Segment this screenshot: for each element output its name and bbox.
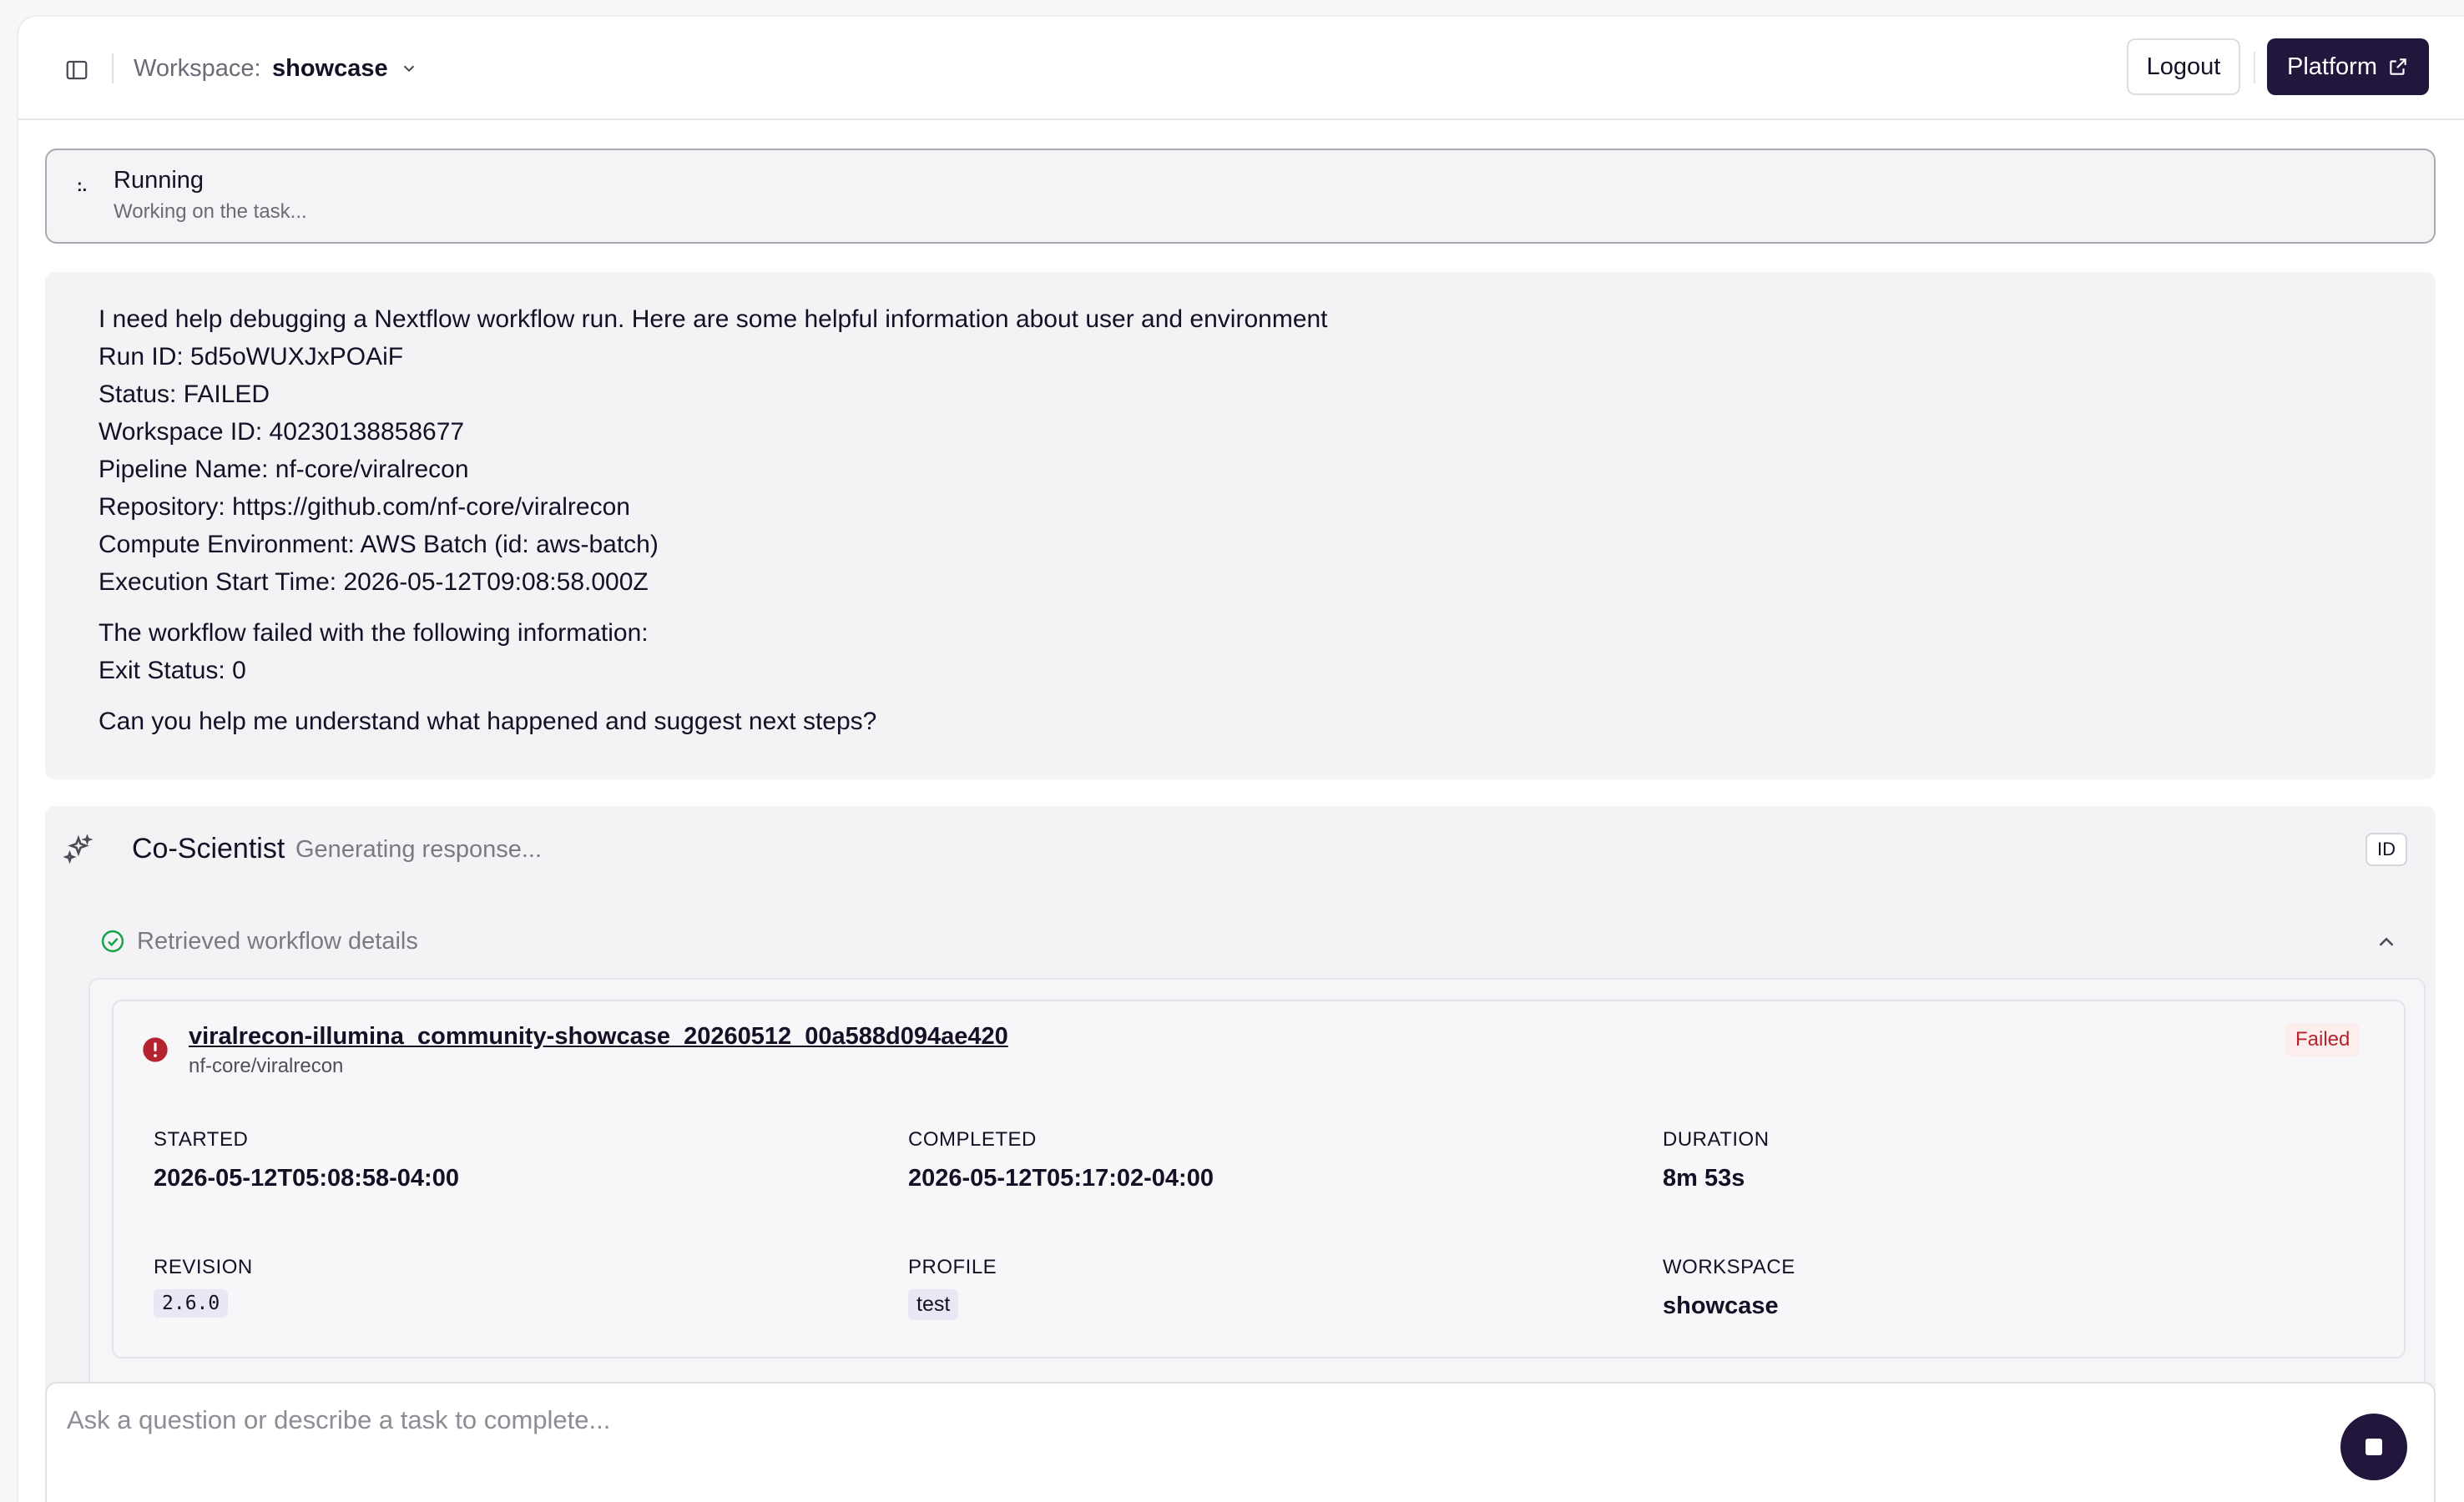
completed-label: COMPLETED [908,1128,1037,1151]
duration-value: 8m 53s [1663,1165,1745,1192]
assistant-panel: Co-Scientist Generating response... ID R… [45,806,2436,1445]
assistant-state: Generating response... [295,836,543,863]
message-composer [45,1382,2436,1502]
app-frame: Workspace: showcase Logout Platform :. R… [17,15,2464,1502]
profile-field: PROFILE test [908,1256,997,1320]
status-badge: Failed [2285,1023,2360,1056]
status-title: Running [114,167,204,194]
stop-generation-button[interactable] [2340,1414,2407,1480]
message-status: Status: FAILED [98,381,270,408]
tool-call-header[interactable]: Retrieved workflow details [100,925,418,958]
sparkles-icon [63,834,93,864]
message-question: Can you help me understand what happened… [98,708,877,735]
message-failure-intro: The workflow failed with the following i… [98,619,649,647]
repository-label: Repository: [98,493,233,521]
message-run-id: Run ID: 5d5oWUXJxPOAiF [98,343,404,370]
message-intro: I need help debugging a Nextflow workflo… [98,305,1328,333]
workflow-run-card: viralrecon-illumina_community-showcase_2… [112,1000,2406,1358]
stop-icon [2366,1439,2382,1455]
profile-value: test [908,1289,959,1320]
error-icon [143,1037,168,1062]
sidebar-toggle-icon [66,60,88,80]
header-divider [112,53,114,83]
workspace-field-label: WORKSPACE [1663,1256,1795,1278]
repository-link[interactable]: https://github.com/nf-core/viralrecon [232,493,630,521]
message-start-time: Execution Start Time: 2026-05-12T09:08:5… [98,568,649,596]
user-message: I need help debugging a Nextflow workflo… [45,272,2436,779]
chevron-down-icon [403,65,414,73]
logout-button[interactable]: Logout [2127,38,2240,95]
completed-value: 2026-05-12T05:17:02-04:00 [908,1165,1214,1192]
id-badge-button[interactable]: ID [2366,833,2407,866]
check-circle-icon [101,930,124,953]
message-compute-env: Compute Environment: AWS Batch (id: aws-… [98,531,659,558]
workspace-label: Workspace: [134,55,261,82]
workflow-repo: nf-core/viralrecon [189,1055,344,1077]
tool-call-result: viralrecon-illumina_community-showcase_2… [88,978,2426,1445]
tool-call-label: Retrieved workflow details [137,927,418,955]
completed-field: COMPLETED 2026-05-12T05:17:02-04:00 [908,1128,1214,1192]
spinner-icon: :. [77,177,88,195]
duration-label: DURATION [1663,1128,1770,1151]
sidebar-toggle-button[interactable] [60,53,93,87]
status-subtitle: Working on the task... [114,200,307,223]
duration-field: DURATION 8m 53s [1663,1128,1770,1192]
started-field: STARTED 2026-05-12T05:08:58-04:00 [154,1128,459,1192]
message-exit-status: Exit Status: 0 [98,657,246,684]
workspace-field: WORKSPACE showcase [1663,1256,1795,1320]
button-separator [2254,52,2255,83]
revision-value: 2.6.0 [154,1289,229,1318]
platform-button[interactable]: Platform [2267,38,2429,95]
message-repository: Repository: https://github.com/nf-core/v… [98,488,2436,526]
message-pipeline-name: Pipeline Name: nf-core/viralrecon [98,456,469,483]
revision-field: REVISION 2.6.0 [154,1256,253,1318]
chat-input[interactable] [67,1395,2287,1445]
platform-button-label: Platform [2287,53,2377,80]
assistant-name: Co-Scientist [132,833,285,864]
workspace-field-value: showcase [1663,1293,1779,1319]
external-link-icon [2390,58,2406,75]
started-label: STARTED [154,1128,249,1151]
revision-label: REVISION [154,1256,253,1278]
top-header: Workspace: showcase Logout Platform [18,17,2464,120]
workflow-run-link[interactable]: viralrecon-illumina_community-showcase_2… [189,1023,1008,1051]
chevron-up-icon[interactable] [2374,930,2399,955]
profile-label: PROFILE [908,1256,997,1278]
workspace-value: showcase [272,54,388,82]
started-value: 2026-05-12T05:08:58-04:00 [154,1165,459,1192]
message-workspace-id: Workspace ID: 40230138858677 [98,418,465,446]
running-status-banner: :. Running Working on the task... [45,149,2436,244]
workspace-selector[interactable]: showcase [272,52,418,85]
